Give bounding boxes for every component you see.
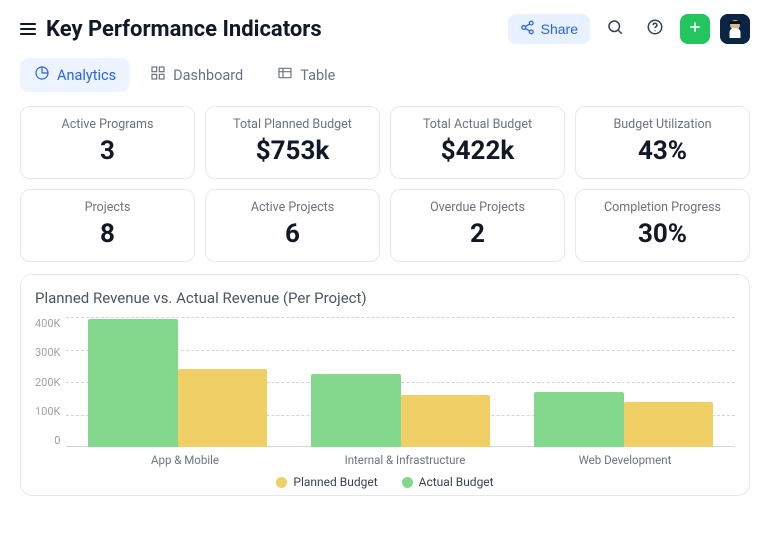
- chart-legend: Planned Budget Actual Budget: [35, 475, 735, 489]
- kpi-value: 6: [214, 219, 371, 249]
- legend-item-actual: Actual Budget: [402, 475, 494, 489]
- add-button[interactable]: [680, 14, 710, 44]
- avatar[interactable]: [720, 14, 750, 44]
- kpi-card: Total Actual Budget $422k: [390, 106, 565, 179]
- kpi-label: Completion Progress: [584, 200, 741, 215]
- share-icon: [520, 20, 535, 38]
- chart-card: Planned Revenue vs. Actual Revenue (Per …: [20, 274, 750, 496]
- kpi-card: Completion Progress 30%: [575, 189, 750, 262]
- y-tick: 0: [54, 434, 60, 447]
- bar-planned: [178, 369, 267, 447]
- kpi-label: Budget Utilization: [584, 117, 741, 132]
- legend-item-planned: Planned Budget: [276, 475, 377, 489]
- bar-group: [66, 317, 289, 447]
- kpi-card: Projects 8: [20, 189, 195, 262]
- bar-actual: [534, 392, 623, 447]
- x-category: Web Development: [515, 447, 735, 467]
- kpi-value: 43%: [584, 136, 741, 166]
- legend-label: Planned Budget: [293, 475, 377, 489]
- kpi-label: Overdue Projects: [399, 200, 556, 215]
- kpi-value: $753k: [214, 136, 371, 166]
- view-tabs: Analytics Dashboard Table: [20, 58, 750, 92]
- kpi-label: Total Planned Budget: [214, 117, 371, 132]
- chart-plot: [66, 317, 735, 447]
- legend-label: Actual Budget: [419, 475, 494, 489]
- y-tick: 100K: [35, 405, 60, 418]
- legend-swatch-icon: [402, 477, 413, 488]
- bar-actual: [88, 319, 177, 447]
- x-category: Internal & Infrastructure: [295, 447, 515, 467]
- x-axis: App & MobileInternal & InfrastructureWeb…: [75, 447, 735, 467]
- pie-chart-icon: [34, 65, 50, 85]
- page-title: Key Performance Indicators: [46, 17, 322, 42]
- bar-actual: [311, 374, 400, 447]
- bar-planned: [401, 395, 490, 447]
- tab-label: Analytics: [57, 67, 116, 84]
- kpi-card: Active Programs 3: [20, 106, 195, 179]
- share-label: Share: [541, 21, 578, 37]
- y-tick: 200K: [35, 376, 60, 389]
- tab-label: Table: [300, 67, 335, 84]
- search-icon: [606, 18, 624, 40]
- plus-icon: [687, 19, 703, 39]
- legend-swatch-icon: [276, 477, 287, 488]
- tab-label: Dashboard: [173, 67, 243, 84]
- y-tick: 400K: [35, 317, 60, 330]
- kpi-card: Total Planned Budget $753k: [205, 106, 380, 179]
- kpi-grid: Active Programs 3 Total Planned Budget $…: [20, 106, 750, 262]
- y-axis: 400K 300K 200K 100K 0: [35, 317, 66, 447]
- help-icon: [646, 18, 664, 40]
- share-button[interactable]: Share: [508, 14, 590, 44]
- bar-group: [289, 317, 512, 447]
- dashboard-icon: [150, 65, 166, 85]
- kpi-label: Active Projects: [214, 200, 371, 215]
- help-button[interactable]: [640, 14, 670, 44]
- kpi-value: 2: [399, 219, 556, 249]
- tab-dashboard[interactable]: Dashboard: [136, 58, 257, 92]
- kpi-label: Active Programs: [29, 117, 186, 132]
- search-button[interactable]: [600, 14, 630, 44]
- kpi-value: 8: [29, 219, 186, 249]
- chart-title: Planned Revenue vs. Actual Revenue (Per …: [35, 289, 735, 307]
- y-tick: 300K: [35, 346, 60, 359]
- bar-group: [512, 317, 735, 447]
- menu-icon[interactable]: [20, 23, 36, 35]
- kpi-value: 3: [29, 136, 186, 166]
- table-icon: [277, 65, 293, 85]
- kpi-card: Active Projects 6: [205, 189, 380, 262]
- kpi-value: $422k: [399, 136, 556, 166]
- tab-analytics[interactable]: Analytics: [20, 58, 130, 92]
- bar-planned: [624, 402, 713, 448]
- kpi-card: Budget Utilization 43%: [575, 106, 750, 179]
- kpi-value: 30%: [584, 219, 741, 249]
- kpi-card: Overdue Projects 2: [390, 189, 565, 262]
- x-category: App & Mobile: [75, 447, 295, 467]
- kpi-label: Total Actual Budget: [399, 117, 556, 132]
- tab-table[interactable]: Table: [263, 58, 349, 92]
- kpi-label: Projects: [29, 200, 186, 215]
